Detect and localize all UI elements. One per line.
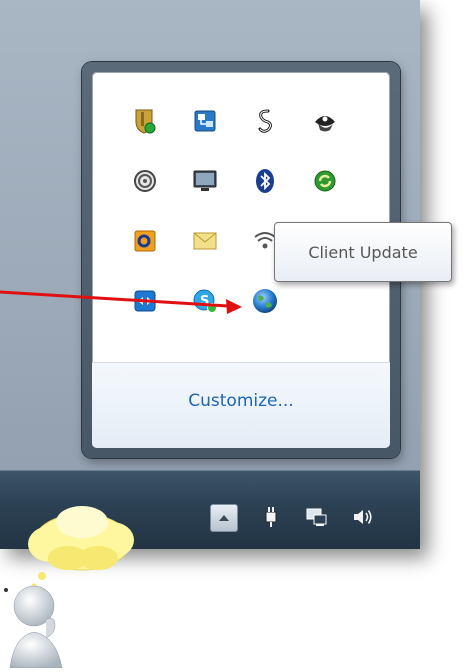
thinking-person-figure — [0, 580, 80, 672]
